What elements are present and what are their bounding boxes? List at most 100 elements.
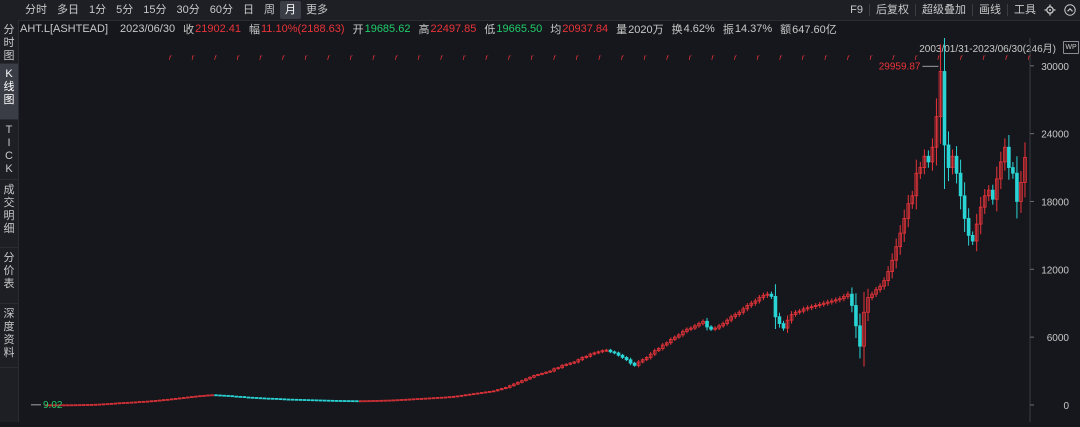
candle-body (391, 399, 395, 402)
separator (869, 4, 870, 16)
tools-button[interactable]: 工具 (1010, 1, 1040, 19)
event-marker: r (214, 53, 217, 62)
period-tab-0[interactable]: 分时 (20, 1, 52, 19)
period-tab-3[interactable]: 5分 (111, 1, 138, 19)
candle-body (990, 189, 995, 200)
period-tab-9[interactable]: 月 (280, 1, 301, 19)
candle-body (616, 352, 621, 356)
candle-body (608, 349, 613, 353)
side-tab-strip: 分时图K线图TICK成交明细分价表深度资料 (0, 20, 19, 422)
side-tab-4[interactable]: 分价表 (0, 248, 18, 304)
event-marker: r (779, 53, 782, 62)
kline-chart[interactable]: 0 6000 12000 18000 24000 30000 r r r r r r r r r r r r r r r… (19, 27, 1080, 422)
side-tab-2[interactable]: TICK (0, 120, 18, 180)
side-tab-0[interactable]: 分时图 (0, 20, 18, 64)
candle-body (777, 316, 782, 324)
candle-body (419, 397, 424, 400)
side-tab-3[interactable]: 成交明细 (0, 180, 18, 248)
y-tick-label: 30000 (1041, 62, 1069, 73)
overlay-button[interactable]: 超级叠加 (918, 1, 970, 19)
candle-body (379, 399, 383, 402)
candle-body (781, 323, 786, 329)
event-marker: r (847, 53, 850, 62)
event-marker: r (372, 53, 375, 62)
f9-button[interactable]: F9 (846, 1, 867, 19)
period-tab-2[interactable]: 1分 (84, 1, 111, 19)
candle-body (322, 399, 327, 402)
candle-body (367, 400, 371, 403)
event-marker: r (644, 53, 647, 62)
amplitude-value: 14.37% (734, 23, 773, 35)
turnover-value: 4.62% (683, 23, 715, 35)
period-tab-7[interactable]: 日 (238, 1, 259, 19)
period-tab-1[interactable]: 多日 (52, 1, 84, 19)
event-marker: r (395, 53, 398, 62)
candle-body (310, 399, 315, 402)
candle-body (334, 400, 339, 402)
candle-body (254, 397, 259, 399)
candle-body (958, 172, 963, 197)
period-tabs: 分时 多日 1分 5分 15分 30分 60分日周月更多 (20, 0, 333, 20)
candle-body (298, 399, 303, 401)
candle-body (423, 397, 428, 400)
low-value: 19665.50 (496, 23, 543, 35)
period-tab-4[interactable]: 15分 (138, 1, 171, 19)
candle-body (133, 401, 138, 404)
event-marker: r (870, 53, 873, 62)
open-value: 19685.62 (364, 23, 411, 35)
candle-body (954, 155, 959, 174)
side-tab-5[interactable]: 深度资料 (0, 304, 18, 368)
candle-body (218, 394, 222, 397)
candle-body (1007, 146, 1011, 168)
candle-body (966, 218, 971, 236)
amplitude-label: 振 (722, 24, 734, 36)
period-tab-6[interactable]: 60分 (205, 1, 238, 19)
candle-body (347, 400, 351, 403)
event-marker: r (305, 53, 308, 62)
avg-value: 20937.84 (562, 23, 609, 35)
candle-body (355, 400, 359, 403)
candle-body (145, 400, 150, 403)
y-tick-label: 12000 (1041, 265, 1069, 276)
kline-svg[interactable]: 0 6000 12000 18000 24000 30000 r r r r r r r r r r r r r r r… (19, 27, 1080, 422)
candle-body (113, 402, 118, 405)
candle-body (302, 399, 307, 401)
adjust-button[interactable]: 后复权 (872, 1, 913, 19)
candle-body (946, 144, 951, 168)
period-tab-8[interactable]: 周 (259, 1, 280, 19)
candle-body (266, 397, 271, 400)
candle-body (926, 155, 931, 163)
chevron-up-icon[interactable] (1063, 3, 1077, 17)
candle-body (431, 397, 436, 400)
candle-body (632, 362, 637, 366)
candle-body (81, 404, 86, 407)
candle-body (226, 395, 230, 397)
candle-body (258, 397, 263, 400)
candle-body (773, 296, 778, 318)
event-marker: r (824, 53, 827, 62)
candle-body (1015, 172, 1019, 202)
candle-body (612, 351, 617, 354)
candle-body (411, 398, 416, 401)
event-marker: r (463, 53, 466, 62)
candle-body (407, 398, 412, 401)
side-tab-1[interactable]: K线图 (0, 64, 18, 120)
candle-body (403, 398, 407, 401)
candle-body (415, 398, 420, 401)
candle-body (117, 402, 122, 405)
settings-icon[interactable] (1043, 3, 1057, 17)
candle-body (383, 399, 387, 402)
event-marker: r (531, 53, 534, 62)
period-tab-10[interactable]: 更多 (301, 1, 333, 19)
event-marker: r (937, 53, 940, 62)
high-value: 22497.85 (430, 23, 477, 35)
symbol-label: AHT.L[ASHTEAD] (20, 23, 109, 35)
draw-button[interactable]: 画线 (975, 1, 1005, 19)
candle-body (1011, 167, 1015, 174)
candle-body (709, 326, 713, 330)
candle-body (439, 396, 444, 399)
period-tab-5[interactable]: 30分 (172, 1, 205, 19)
y-tick-label: 0 (1063, 401, 1069, 412)
event-marker: r (282, 53, 285, 62)
candle-body (234, 395, 238, 398)
